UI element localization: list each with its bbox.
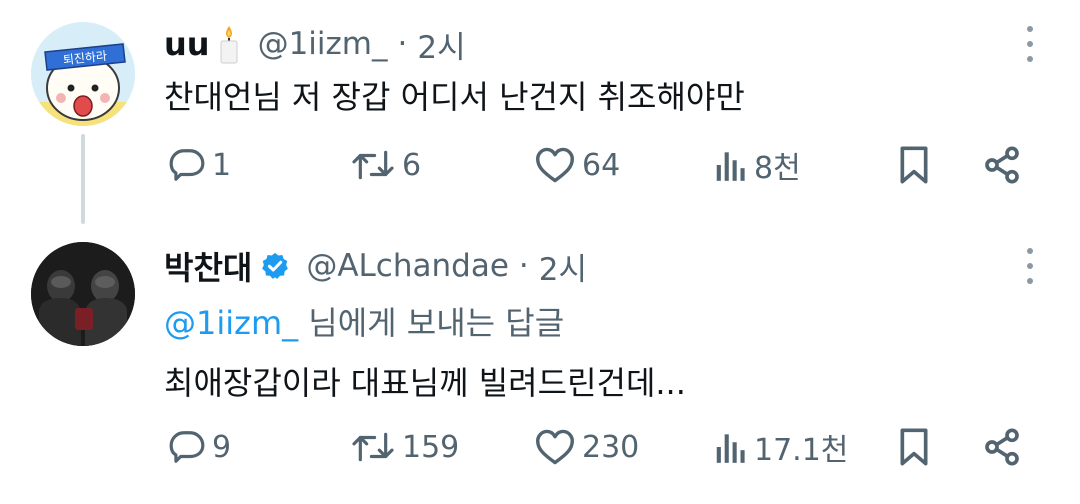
display-name[interactable]: uu bbox=[164, 25, 210, 63]
retweet-icon bbox=[352, 150, 394, 180]
more-icon[interactable] bbox=[1026, 248, 1034, 284]
reply-icon bbox=[169, 149, 205, 181]
verified-badge-icon bbox=[260, 251, 290, 281]
tweet-text: 최애장갑이라 대표님께 빌려드린건데... bbox=[164, 364, 686, 402]
tweet-1[interactable]: 퇴진하라 uu @1iizm_ · 2시 찬대언님 저 장갑 어디서 난건지 취… bbox=[0, 0, 1080, 224]
user-handle[interactable]: @ALchandae bbox=[306, 248, 509, 284]
reply-count: 1 bbox=[212, 147, 232, 183]
reply-count: 9 bbox=[212, 429, 232, 465]
separator-dot: · bbox=[518, 248, 529, 284]
bookmark-icon bbox=[900, 146, 928, 184]
retweet-button[interactable]: 6 bbox=[350, 140, 421, 190]
views-icon bbox=[716, 152, 745, 181]
reply-button[interactable]: 1 bbox=[168, 140, 231, 190]
avatar-illustration: 퇴진하라 bbox=[31, 22, 135, 126]
heart-icon bbox=[536, 147, 574, 183]
view-count: 17.1천 bbox=[754, 433, 849, 468]
reply-button[interactable]: 9 bbox=[168, 422, 231, 472]
candle-icon bbox=[216, 24, 242, 64]
share-button[interactable] bbox=[982, 422, 1022, 472]
action-bar: 9 159 230 17.1천 bbox=[0, 422, 1080, 472]
reply-icon bbox=[169, 431, 205, 463]
separator-dot: · bbox=[397, 26, 408, 62]
timestamp[interactable]: 2시 bbox=[417, 22, 465, 67]
tweet-2[interactable]: 박찬대 @ALchandae · 2시 @1iizm_ 님에게 보내는 답글 최… bbox=[0, 216, 1080, 504]
bookmark-icon bbox=[900, 428, 928, 466]
retweet-icon bbox=[352, 432, 394, 462]
heart-icon bbox=[536, 429, 574, 465]
views-button[interactable]: 17.1천 bbox=[714, 422, 848, 472]
display-name[interactable]: 박찬대 bbox=[164, 243, 252, 289]
views-icon bbox=[716, 434, 745, 463]
avatar[interactable]: 퇴진하라 bbox=[31, 22, 135, 126]
user-handle[interactable]: @1iizm_ bbox=[258, 26, 388, 62]
share-button[interactable] bbox=[982, 140, 1022, 190]
share-icon bbox=[985, 428, 1019, 466]
share-icon bbox=[985, 146, 1019, 184]
avatar-photo bbox=[31, 242, 135, 346]
replying-to: @1iizm_ 님에게 보내는 답글 bbox=[164, 298, 564, 344]
more-icon[interactable] bbox=[1026, 26, 1034, 62]
retweet-count: 159 bbox=[402, 429, 460, 465]
like-button[interactable]: 64 bbox=[534, 140, 620, 190]
tweet-header: uu @1iizm_ · 2시 bbox=[164, 20, 466, 68]
action-bar: 1 6 64 8천 bbox=[0, 140, 1080, 190]
like-button[interactable]: 230 bbox=[534, 422, 639, 472]
reply-to-suffix: 님에게 보내는 답글 bbox=[298, 304, 565, 342]
views-button[interactable]: 8천 bbox=[714, 140, 801, 190]
reply-mention-link[interactable]: @1iizm_ bbox=[164, 304, 298, 342]
retweet-count: 6 bbox=[402, 147, 422, 183]
avatar[interactable] bbox=[31, 242, 135, 346]
retweet-button[interactable]: 159 bbox=[350, 422, 459, 472]
timestamp[interactable]: 2시 bbox=[539, 244, 587, 289]
tweet-header: 박찬대 @ALchandae · 2시 bbox=[164, 242, 587, 290]
like-count: 64 bbox=[582, 147, 621, 183]
view-count: 8천 bbox=[754, 151, 801, 186]
bookmark-button[interactable] bbox=[896, 422, 932, 472]
like-count: 230 bbox=[582, 429, 640, 465]
bookmark-button[interactable] bbox=[896, 140, 932, 190]
tweet-text: 찬대언님 저 장갑 어디서 난건지 취조해야만 bbox=[164, 78, 745, 116]
